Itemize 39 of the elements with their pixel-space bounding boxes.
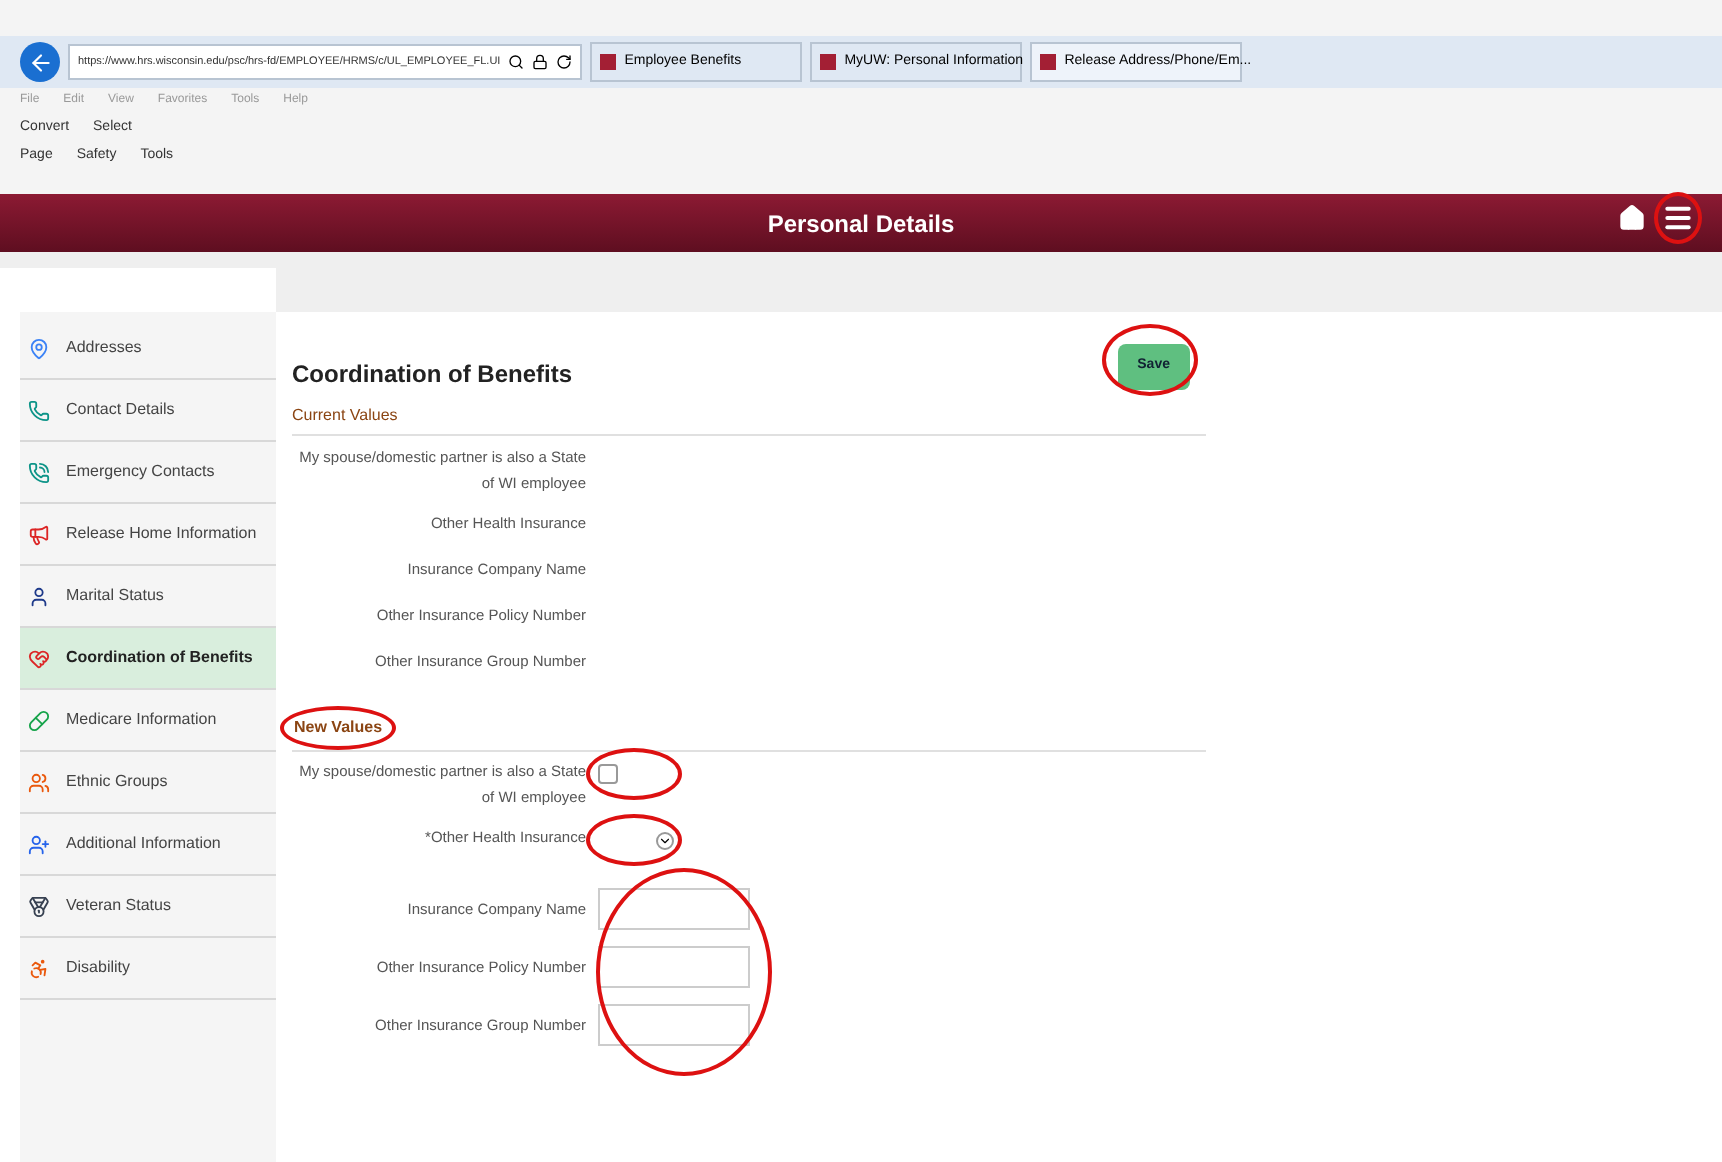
- menu-icon[interactable]: [1662, 202, 1694, 234]
- sidebar-item[interactable]: Veteran Status: [20, 876, 276, 938]
- section-title: Coordination of Benefits: [292, 358, 572, 392]
- sidebar-item[interactable]: Contact Details: [20, 380, 276, 442]
- group-heading: Current Values: [292, 404, 400, 428]
- group-icon: [28, 771, 50, 793]
- input-field[interactable]: [598, 946, 750, 988]
- sidebar-item[interactable]: Additional Information: [20, 814, 276, 876]
- phone-icon: [28, 399, 50, 421]
- sidebar-item[interactable]: Medicare Information: [20, 690, 276, 752]
- page-title: Personal Details: [767, 207, 955, 241]
- sidebar-item[interactable]: Coordination of Benefits: [20, 628, 276, 690]
- back-arrow-icon: [27, 49, 53, 75]
- pill-icon: [28, 709, 50, 731]
- group-heading: New Values: [294, 718, 383, 738]
- home-icon[interactable]: [1618, 204, 1646, 232]
- sidebar-item[interactable]: Ethnic Groups: [20, 752, 276, 814]
- sidebar-item[interactable]: Addresses: [20, 318, 276, 380]
- medal-icon: [28, 895, 50, 917]
- back-button[interactable]: [20, 42, 60, 82]
- person-add-icon: [28, 833, 50, 855]
- chevron-icon: [656, 831, 674, 849]
- favicon-icon: [600, 54, 617, 70]
- refresh-icon: [556, 54, 573, 70]
- input-field[interactable]: [598, 888, 750, 930]
- favicon-icon: [820, 54, 837, 70]
- sidebar-item[interactable]: Release Home Information: [20, 504, 276, 566]
- sidebar-item[interactable]: Disability: [20, 938, 276, 1000]
- favicon-icon: [1040, 54, 1057, 70]
- sidebar-item[interactable]: Emergency Contacts: [20, 442, 276, 504]
- search-icon: [508, 54, 525, 70]
- person-icon: [28, 585, 50, 607]
- wheelchair-icon: [28, 957, 50, 979]
- pin-icon: [28, 337, 50, 359]
- megaphone-icon: [28, 523, 50, 545]
- input-field[interactable]: [598, 1004, 750, 1046]
- checkbox[interactable]: [598, 764, 618, 784]
- phone-icon: [28, 461, 50, 483]
- lock-icon: [532, 54, 549, 70]
